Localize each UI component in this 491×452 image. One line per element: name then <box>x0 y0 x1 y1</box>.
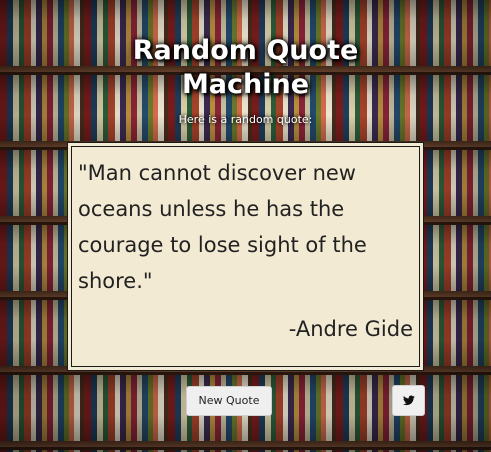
page: Random Quote Machine Here is a random qu… <box>0 0 491 452</box>
page-title-line-2: Machine <box>181 69 310 100</box>
quote-box: "Man cannot discover new oceans unless h… <box>67 142 424 371</box>
subtitle: Here is a random quote: <box>178 113 313 126</box>
twitter-bird-icon <box>402 395 415 406</box>
new-quote-button[interactable]: New Quote <box>186 386 272 416</box>
tweet-button[interactable] <box>392 385 425 416</box>
page-title-line-1: Random Quote <box>132 35 359 66</box>
quote-text: "Man cannot discover new oceans unless h… <box>78 161 367 293</box>
page-title: Random Quote Machine <box>0 34 491 102</box>
quote-author: -Andre Gide <box>288 317 413 341</box>
